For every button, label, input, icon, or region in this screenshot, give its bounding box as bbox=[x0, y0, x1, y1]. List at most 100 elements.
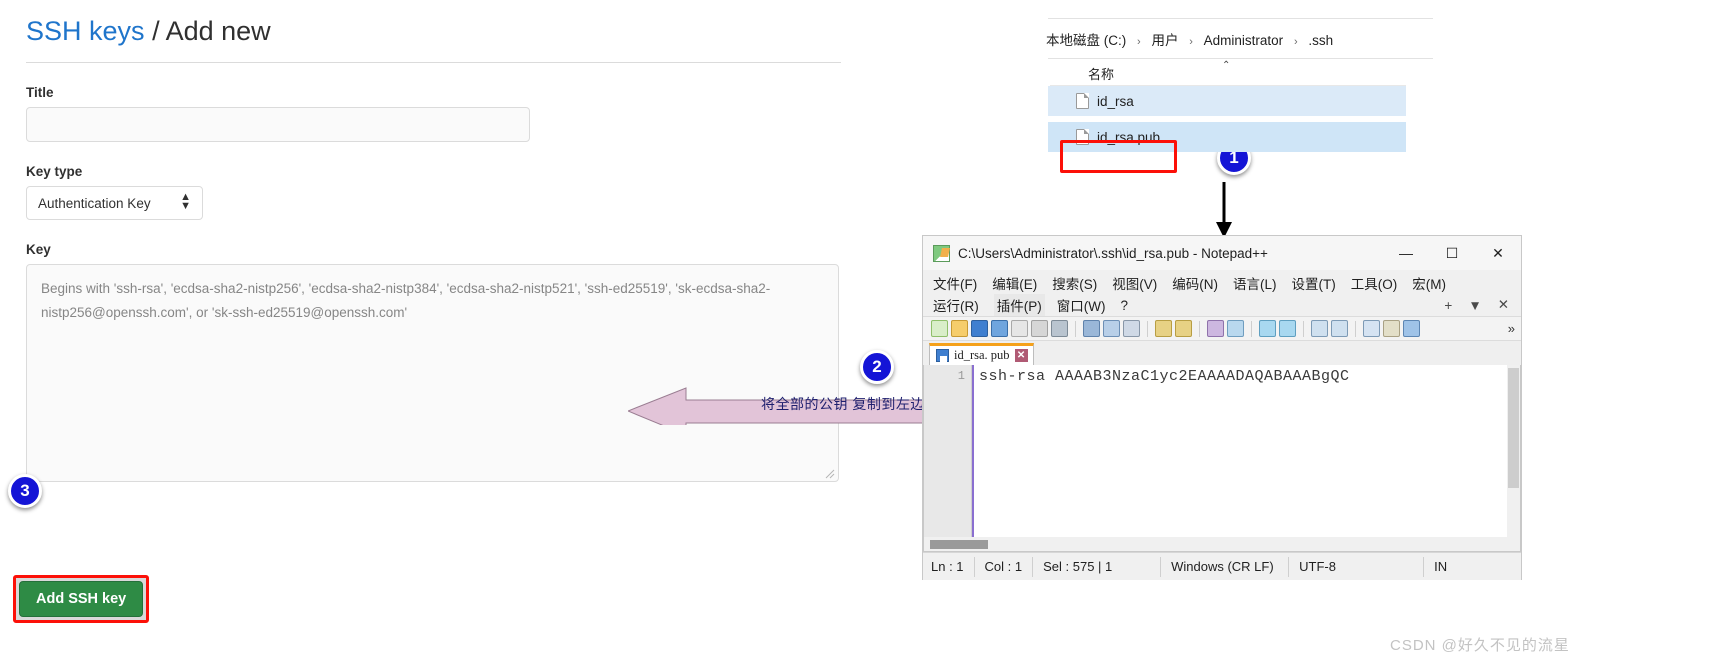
menu-item-view[interactable]: 视图(V) bbox=[1112, 273, 1157, 293]
toolbar-overflow-icon[interactable]: » bbox=[1508, 321, 1521, 336]
close-icon[interactable]: ✕ bbox=[1475, 245, 1521, 262]
toolbar-separator bbox=[1075, 320, 1076, 337]
page-title: SSH keys / Add new bbox=[26, 14, 841, 48]
key-type-select[interactable]: Authentication Key bbox=[26, 186, 203, 220]
column-header-name[interactable]: 名称 bbox=[1088, 64, 1114, 83]
menu-right-controls: + ▼ ✕ bbox=[1444, 297, 1513, 313]
window-controls: — ☐ ✕ bbox=[1383, 245, 1521, 262]
tab-label: id_rsa. pub bbox=[954, 348, 1010, 362]
key-field-label: Key bbox=[26, 242, 51, 257]
close-all-icon[interactable] bbox=[1031, 320, 1048, 337]
menu-item-tools[interactable]: 工具(O) bbox=[1351, 273, 1398, 293]
step-badge-2: 2 bbox=[860, 350, 894, 384]
add-ssh-key-button[interactable]: Add SSH key bbox=[19, 581, 144, 617]
copy-icon[interactable] bbox=[1103, 320, 1120, 337]
menu-item-help[interactable]: ? bbox=[1120, 298, 1128, 313]
breadcrumb[interactable]: 本地磁盘 (C:) › 用户 › Administrator › .ssh bbox=[1040, 19, 1440, 58]
resize-handle-icon[interactable] bbox=[823, 467, 835, 479]
all-chars-icon[interactable] bbox=[1383, 320, 1400, 337]
status-selection: Sel : 575 | 1 bbox=[1033, 556, 1162, 577]
toolbar-separator bbox=[1147, 320, 1148, 337]
editor-tab-id-rsa-pub[interactable]: id_rsa. pub ✕ bbox=[929, 343, 1034, 365]
vertical-scrollbar[interactable] bbox=[1507, 365, 1520, 537]
title-field-label: Title bbox=[26, 85, 54, 100]
indent-guide-icon[interactable] bbox=[1403, 320, 1420, 337]
maximize-icon[interactable]: ☐ bbox=[1429, 245, 1475, 262]
undo-icon[interactable] bbox=[1155, 320, 1172, 337]
key-textarea[interactable]: Begins with 'ssh-rsa', 'ecdsa-sha2-nistp… bbox=[26, 264, 839, 482]
notepadpp-statusbar: Ln : 1 Col : 1 Sel : 575 | 1 Windows (CR… bbox=[923, 552, 1521, 580]
horizontal-scrollbar[interactable] bbox=[923, 537, 1521, 552]
paste-icon[interactable] bbox=[1123, 320, 1140, 337]
sync-scroll-v-icon[interactable] bbox=[1311, 320, 1328, 337]
notepadpp-menubar: 文件(F) 编辑(E) 搜索(S) 视图(V) 编码(N) 语言(L) 设置(T… bbox=[923, 270, 1521, 316]
toolbar-separator bbox=[1355, 320, 1356, 337]
add-ssh-key-highlight: Add SSH key bbox=[13, 575, 150, 623]
menu-item-window[interactable]: 窗口(W) bbox=[1057, 295, 1106, 315]
open-file-icon[interactable] bbox=[951, 320, 968, 337]
word-wrap-icon[interactable] bbox=[1363, 320, 1380, 337]
status-column: Col : 1 bbox=[975, 556, 1034, 577]
status-insert-mode: IN bbox=[1434, 559, 1448, 574]
toolbar-separator bbox=[1303, 320, 1304, 337]
menu-item-language[interactable]: 语言(L) bbox=[1233, 273, 1277, 293]
down-arrow-icon bbox=[1216, 182, 1232, 238]
sort-ascending-icon[interactable]: ⌃ bbox=[1222, 60, 1230, 71]
menu-item-settings[interactable]: 设置(T) bbox=[1292, 273, 1336, 293]
close-doc-icon[interactable]: ✕ bbox=[1498, 297, 1509, 313]
csdn-watermark: CSDN @好久不见的流星 bbox=[1390, 637, 1570, 654]
cut-icon[interactable] bbox=[1083, 320, 1100, 337]
key-type-select-wrap[interactable]: Authentication Key ▲ ▼ bbox=[26, 186, 203, 220]
minimize-icon[interactable]: — bbox=[1383, 245, 1429, 261]
notepadpp-window: C:\Users\Administrator\.ssh\id_rsa.pub -… bbox=[922, 235, 1522, 580]
horizontal-scrollbar-thumb[interactable] bbox=[930, 540, 988, 549]
breadcrumb-item-2[interactable]: Administrator bbox=[1204, 33, 1284, 48]
tab-close-icon[interactable]: ✕ bbox=[1014, 349, 1028, 362]
key-textarea-placeholder: Begins with 'ssh-rsa', 'ecdsa-sha2-nistp… bbox=[41, 281, 771, 320]
breadcrumb-item-0[interactable]: 本地磁盘 (C:) bbox=[1046, 33, 1126, 48]
notepadpp-toolbar: » bbox=[923, 316, 1521, 341]
line-number: 1 bbox=[957, 369, 965, 383]
notepadpp-title-text: C:\Users\Administrator\.ssh\id_rsa.pub -… bbox=[958, 245, 1268, 261]
save-all-icon[interactable] bbox=[991, 320, 1008, 337]
new-file-icon[interactable] bbox=[931, 320, 948, 337]
chevron-down-icon[interactable]: ▼ bbox=[1468, 298, 1481, 313]
editor-content-line[interactable]: ssh-rsa AAAAB3NzaC1yc2EAAAADAQABAAABgQC bbox=[974, 365, 1520, 537]
plus-icon[interactable]: + bbox=[1444, 298, 1452, 313]
select-updown-icon: ▲ ▼ bbox=[180, 191, 191, 212]
file-list-item-id-rsa-pub[interactable]: id_rsa.pub bbox=[1048, 122, 1406, 152]
document-icon bbox=[1076, 129, 1089, 145]
key-type-label: Key type bbox=[26, 164, 83, 179]
file-list-item-id-rsa[interactable]: id_rsa bbox=[1048, 86, 1406, 116]
zoom-out-icon[interactable] bbox=[1279, 320, 1296, 337]
breadcrumb-item-3[interactable]: .ssh bbox=[1308, 33, 1333, 48]
menu-item-macro[interactable]: 宏(M) bbox=[1412, 273, 1446, 293]
title-input[interactable] bbox=[26, 107, 530, 142]
close-file-icon[interactable] bbox=[1011, 320, 1028, 337]
replace-icon[interactable] bbox=[1227, 320, 1244, 337]
breadcrumb-item-1[interactable]: 用户 bbox=[1151, 33, 1178, 48]
menu-item-file[interactable]: 文件(F) bbox=[933, 273, 977, 293]
print-icon[interactable] bbox=[1051, 320, 1068, 337]
file-name: id_rsa bbox=[1097, 93, 1134, 109]
step-badge-3: 3 bbox=[8, 474, 42, 508]
vertical-scrollbar-thumb[interactable] bbox=[1508, 368, 1519, 488]
breadcrumb-ssh-keys-link[interactable]: SSH keys bbox=[26, 16, 145, 46]
menu-item-edit[interactable]: 编辑(E) bbox=[992, 273, 1037, 293]
menu-row-2: 运行(R) 插件(P) 窗口(W) ? + ▼ ✕ bbox=[933, 294, 1513, 316]
status-encoding: UTF-8 bbox=[1289, 556, 1425, 577]
menu-item-run[interactable]: 运行(R) bbox=[933, 295, 979, 315]
save-icon[interactable] bbox=[971, 320, 988, 337]
chevron-right-icon-1: › bbox=[1189, 36, 1193, 48]
menu-item-search[interactable]: 搜索(S) bbox=[1052, 273, 1097, 293]
redo-icon[interactable] bbox=[1175, 320, 1192, 337]
line-number-gutter: 1 bbox=[924, 365, 972, 537]
menu-item-encoding[interactable]: 编码(N) bbox=[1172, 273, 1218, 293]
menu-item-plugins[interactable]: 插件(P) bbox=[993, 294, 1045, 316]
breadcrumb-separator: / bbox=[152, 16, 160, 46]
notepadpp-editor[interactable]: 1 ssh-rsa AAAAB3NzaC1yc2EAAAADAQABAAABgQ… bbox=[923, 365, 1521, 537]
zoom-in-icon[interactable] bbox=[1259, 320, 1276, 337]
sync-scroll-h-icon[interactable] bbox=[1331, 320, 1348, 337]
notepadpp-titlebar: C:\Users\Administrator\.ssh\id_rsa.pub -… bbox=[923, 236, 1521, 270]
find-icon[interactable] bbox=[1207, 320, 1224, 337]
